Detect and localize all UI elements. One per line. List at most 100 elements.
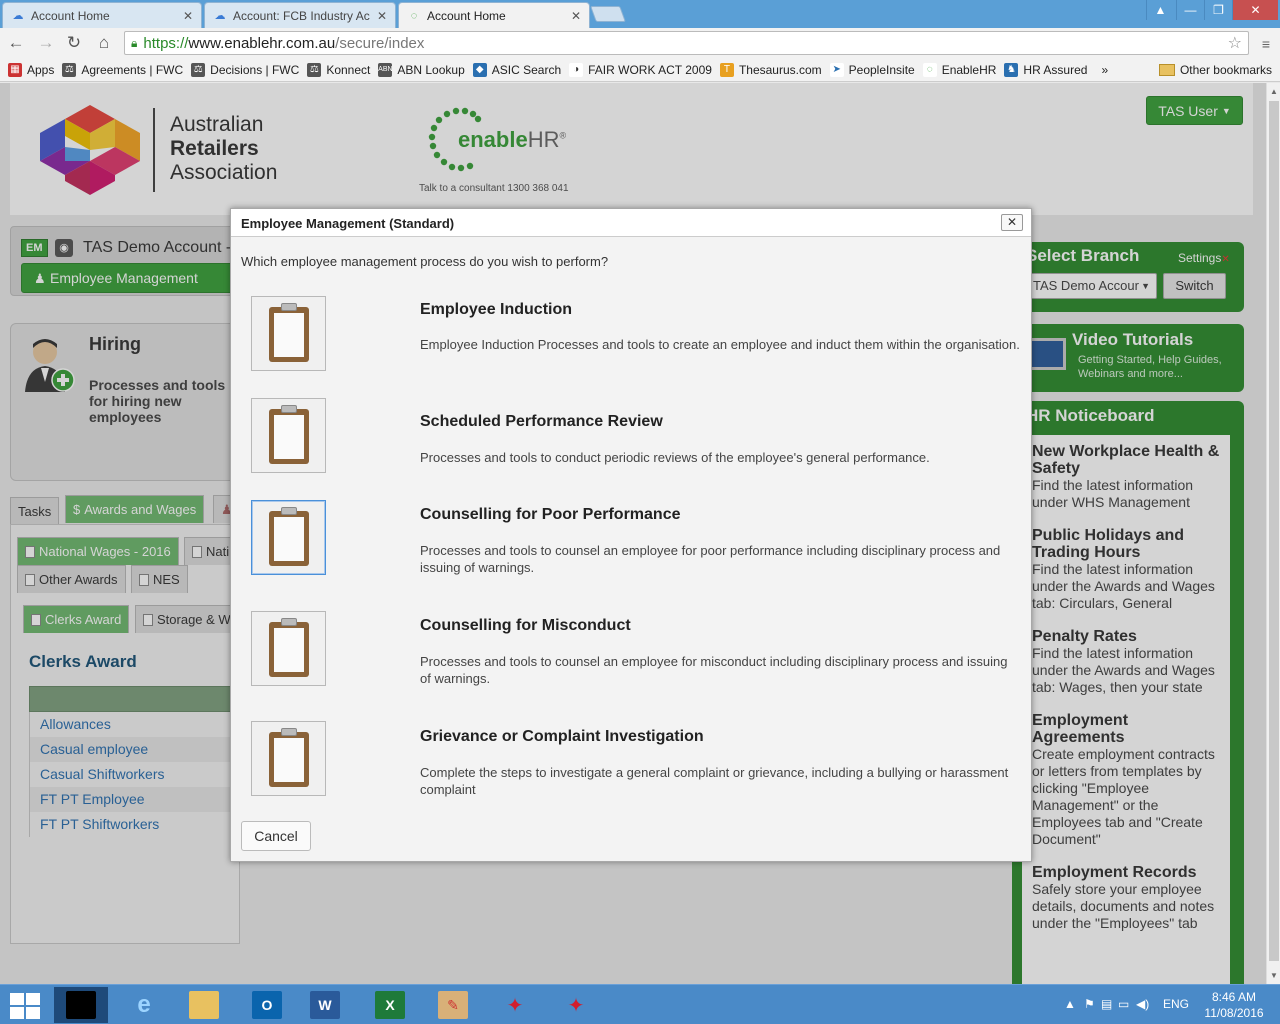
taskbar-app-ie[interactable]: e bbox=[117, 987, 171, 1023]
taskbar-app-terminal[interactable] bbox=[54, 987, 108, 1023]
bookmark-label: Apps bbox=[27, 62, 55, 77]
taskbar-app-butterfly[interactable]: ✦ bbox=[488, 987, 542, 1023]
bookmark-label: Thesaurus.com bbox=[738, 62, 822, 77]
taskbar-app-paint[interactable]: ✎ bbox=[426, 987, 480, 1023]
process-title[interactable]: Employee Induction bbox=[420, 301, 572, 319]
url-scheme: https:// bbox=[143, 34, 189, 52]
process-title[interactable]: Counselling for Misconduct bbox=[420, 617, 631, 635]
bookmark-item[interactable]: ◌ EnableHR bbox=[922, 62, 996, 77]
page-scrollbar[interactable]: ▲ ▼ bbox=[1266, 83, 1280, 984]
user-icon[interactable]: ▲ bbox=[1146, 0, 1174, 20]
scrollbar-thumb[interactable] bbox=[1269, 101, 1279, 961]
hr-assured-icon: ♞ bbox=[1004, 62, 1019, 77]
browser-tab[interactable]: ☁ Account: FCB Industry Ac ✕ bbox=[204, 2, 396, 28]
clipboard-icon[interactable] bbox=[251, 611, 326, 686]
enablehr-icon: ◌ bbox=[410, 9, 418, 22]
browser-tab-active[interactable]: ◌ Account Home ✕ bbox=[398, 2, 590, 28]
bookmark-item[interactable]: ◆ ASIC Search bbox=[472, 62, 562, 77]
bookmark-item[interactable]: ⚖ Konnect bbox=[307, 62, 371, 77]
process-title[interactable]: Scheduled Performance Review bbox=[420, 413, 663, 431]
maximize-button[interactable]: ❐ bbox=[1204, 0, 1232, 20]
fwc-icon: ⚖ bbox=[62, 62, 77, 77]
thesaurus-icon: T bbox=[719, 62, 734, 77]
dialog-title: Employee Management (Standard) bbox=[241, 216, 455, 231]
bookmark-label: FAIR WORK ACT 2009 bbox=[588, 62, 712, 77]
browser-titlebar: ☁ Account Home ✕ ☁ Account: FCB Industry… bbox=[0, 0, 1280, 28]
clipboard-icon[interactable] bbox=[251, 398, 326, 473]
action-center-flag-icon[interactable]: ⚑ bbox=[1084, 997, 1095, 1011]
bookmarks-overflow[interactable]: » bbox=[1101, 63, 1108, 77]
input-language[interactable]: ENG bbox=[1163, 997, 1189, 1011]
show-hidden-icons[interactable]: ▲ bbox=[1064, 997, 1076, 1011]
chrome-menu-icon[interactable]: ≡ bbox=[1262, 36, 1270, 52]
bookmark-item[interactable]: ◑ FAIR WORK ACT 2009 bbox=[569, 62, 712, 77]
forward-icon[interactable]: → bbox=[36, 33, 56, 53]
enablehr-icon: ◌ bbox=[922, 62, 937, 77]
bookmark-item[interactable]: T Thesaurus.com bbox=[719, 62, 822, 77]
address-bar[interactable]: 🔒︎ https://www.enablehr.com.au/secure/in… bbox=[124, 31, 1249, 55]
process-counselling-poor-performance[interactable]: Counselling for Poor Performance Process… bbox=[251, 500, 1021, 580]
bookmark-item[interactable]: ⚖ Agreements | FWC bbox=[62, 62, 184, 77]
url-path: /secure/index bbox=[335, 34, 425, 52]
close-icon[interactable]: ✕ bbox=[377, 9, 387, 23]
bookmark-item[interactable]: ⚖ Decisions | FWC bbox=[191, 62, 299, 77]
bookmark-item[interactable]: ➤ PeopleInsite bbox=[829, 62, 915, 77]
bookmark-star-icon[interactable]: ☆ bbox=[1228, 33, 1242, 53]
bookmark-label: ASIC Search bbox=[491, 62, 562, 77]
folder-icon bbox=[189, 991, 219, 1019]
volume-icon[interactable]: ◀) bbox=[1136, 997, 1149, 1011]
taskbar-app-butterfly[interactable]: ✦ bbox=[549, 987, 603, 1023]
taskbar-app-explorer[interactable] bbox=[177, 987, 231, 1023]
system-clock[interactable]: 8:46 AM 11/08/2016 bbox=[1199, 989, 1269, 1021]
close-icon[interactable]: ✕ bbox=[183, 9, 193, 23]
clipboard-icon[interactable] bbox=[251, 296, 326, 371]
tab-title: Account Home bbox=[31, 8, 110, 23]
dialog-question: Which employee management process do you… bbox=[241, 254, 609, 269]
new-tab-button[interactable] bbox=[590, 6, 626, 22]
display-icon[interactable]: ▭ bbox=[1118, 997, 1129, 1011]
windows-start-icon[interactable] bbox=[8, 991, 42, 1021]
peopleinsite-icon: ➤ bbox=[829, 62, 844, 77]
process-employee-induction[interactable]: Employee Induction Employee Induction Pr… bbox=[251, 296, 1021, 376]
taskbar-app-outlook[interactable]: O bbox=[240, 987, 294, 1023]
browser-toolbar: ← → ↻ ⌂ 🔒︎ https://www.enablehr.com.au/s… bbox=[0, 28, 1280, 58]
bookmark-apps[interactable]: ▦ Apps bbox=[8, 62, 55, 77]
process-description: Processes and tools to conduct periodic … bbox=[420, 450, 930, 465]
process-title[interactable]: Counselling for Poor Performance bbox=[420, 506, 680, 524]
tab-title: Account Home bbox=[427, 8, 506, 23]
process-counselling-misconduct[interactable]: Counselling for Misconduct Processes and… bbox=[251, 611, 1021, 691]
taskbar-app-excel[interactable]: X bbox=[363, 987, 417, 1023]
home-icon[interactable]: ⌂ bbox=[94, 33, 114, 53]
bookmarks-bar: ▦ Apps ⚖ Agreements | FWC ⚖ Decisions | FWC… bbox=[0, 58, 1280, 82]
bookmark-label: Agreements | FWC bbox=[81, 62, 184, 77]
bookmark-label: Konnect bbox=[326, 62, 371, 77]
taskbar-app-word[interactable]: W bbox=[298, 987, 352, 1023]
bookmark-item[interactable]: ♞ HR Assured bbox=[1004, 62, 1087, 77]
network-icon[interactable]: ▤ bbox=[1101, 997, 1112, 1011]
process-description: Complete the steps to investigate a gene… bbox=[420, 765, 1009, 797]
minimize-button[interactable]: — bbox=[1176, 0, 1204, 20]
close-window-button[interactable]: ✕ bbox=[1232, 0, 1278, 20]
scroll-down-icon[interactable]: ▼ bbox=[1270, 971, 1278, 980]
process-scheduled-performance-review[interactable]: Scheduled Performance Review Processes a… bbox=[251, 398, 1021, 478]
cancel-button[interactable]: Cancel bbox=[241, 821, 311, 851]
dialog-close-button[interactable]: ✕ bbox=[1001, 214, 1023, 231]
clipboard-icon[interactable] bbox=[251, 721, 326, 796]
scroll-up-icon[interactable]: ▲ bbox=[1270, 87, 1278, 96]
folder-icon bbox=[1158, 63, 1175, 76]
bookmark-item[interactable]: ABN ABN Lookup bbox=[378, 62, 465, 77]
reload-icon[interactable]: ↻ bbox=[64, 33, 84, 53]
salesforce-cloud-icon: ☁ bbox=[214, 10, 226, 22]
clipboard-icon[interactable] bbox=[251, 500, 326, 575]
process-title[interactable]: Grievance or Complaint Investigation bbox=[420, 728, 704, 746]
process-description: Employee Induction Processes and tools t… bbox=[420, 337, 1020, 352]
browser-tab[interactable]: ☁ Account Home ✕ bbox=[2, 2, 202, 28]
outlook-icon: O bbox=[252, 991, 282, 1019]
process-description: Processes and tools to counsel an employ… bbox=[420, 654, 1008, 686]
word-icon: W bbox=[310, 991, 340, 1019]
other-bookmarks[interactable]: Other bookmarks bbox=[1158, 63, 1272, 77]
back-icon[interactable]: ← bbox=[6, 33, 26, 53]
bookmark-label: PeopleInsite bbox=[848, 62, 915, 77]
close-icon[interactable]: ✕ bbox=[571, 9, 581, 23]
process-grievance-investigation[interactable]: Grievance or Complaint Investigation Com… bbox=[251, 721, 1021, 801]
